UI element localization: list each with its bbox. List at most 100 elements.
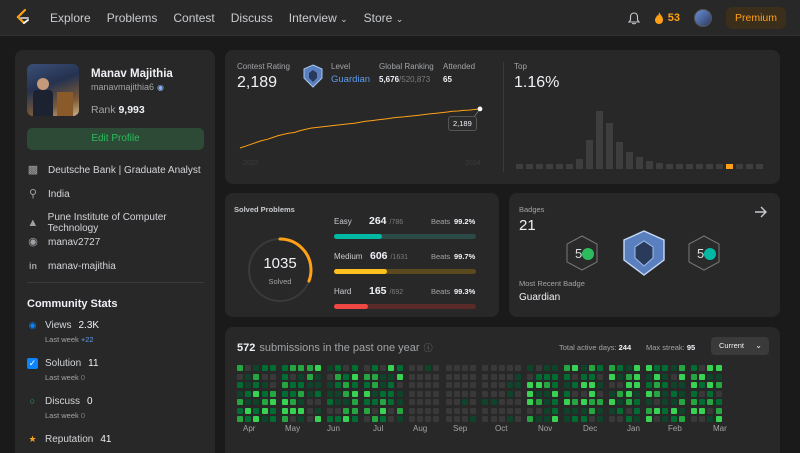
heatmap-cell[interactable] [633,416,640,422]
heatmap-cell[interactable] [269,416,276,422]
heatmap-cell[interactable] [646,390,652,397]
heatmap-cell[interactable] [425,373,432,380]
heatmap-cell[interactable] [625,416,632,422]
heatmap-cell[interactable] [327,382,333,388]
heatmap-cell[interactable] [691,407,697,414]
heatmap-cell[interactable] [306,365,313,371]
heatmap-cell[interactable] [245,407,252,414]
heatmap-cell[interactable] [564,407,571,414]
heatmap-cell[interactable] [543,399,550,405]
heatmap-cell[interactable] [707,365,714,371]
nav-interview[interactable]: Interview ⌄ [289,11,348,25]
heatmap-cell[interactable] [670,373,677,380]
heatmap-cell[interactable] [543,365,550,371]
heatmap-cell[interactable] [535,373,542,380]
heatmap-cell[interactable] [335,390,342,397]
heatmap-cell[interactable] [609,399,616,405]
heatmap-cell[interactable] [654,399,661,405]
heatmap-cell[interactable] [380,399,387,405]
heatmap-cell[interactable] [588,373,595,380]
heatmap-cell[interactable] [343,416,350,422]
heatmap-cell[interactable] [707,382,714,388]
heatmap-cell[interactable] [552,373,558,380]
year-dropdown[interactable]: Current ⌄ [711,337,769,355]
nav-problems[interactable]: Problems [107,11,158,25]
heatmap-cell[interactable] [425,399,432,405]
heatmap-cell[interactable] [462,407,468,414]
heatmap-cell[interactable] [691,382,697,388]
heatmap-cell[interactable] [327,373,333,380]
heatmap-cell[interactable] [372,399,378,405]
heatmap-cell[interactable] [372,373,378,380]
heatmap-cell[interactable] [335,365,342,371]
heatmap-cell[interactable] [327,365,333,371]
heatmap-cell[interactable] [351,382,358,388]
heatmap-cell[interactable] [453,382,460,388]
heatmap-cell[interactable] [453,416,460,422]
heatmap-cell[interactable] [552,399,558,405]
heatmap-cell[interactable] [515,382,522,388]
heatmap-cell[interactable] [597,373,603,380]
heatmap-cell[interactable] [408,399,415,405]
heatmap-cell[interactable] [237,390,243,397]
heatmap-cell[interactable] [572,416,579,422]
heatmap-cell[interactable] [707,416,714,422]
heatmap-cell[interactable] [380,365,387,371]
heatmap-cell[interactable] [625,407,632,414]
heatmap-cell[interactable] [408,373,415,380]
heatmap-cell[interactable] [572,407,579,414]
heatmap-cell[interactable] [453,373,460,380]
heatmap-cell[interactable] [654,390,661,397]
heatmap-cell[interactable] [535,365,542,371]
heatmap-cell[interactable] [261,416,268,422]
heatmap-cell[interactable] [417,390,423,397]
heatmap-cell[interactable] [453,407,460,414]
heatmap-cell[interactable] [588,382,595,388]
heatmap-cell[interactable] [625,365,632,371]
heatmap-cell[interactable] [482,382,489,388]
heatmap-cell[interactable] [515,399,522,405]
heatmap-cell[interactable] [715,416,722,422]
heatmap-cell[interactable] [433,382,440,388]
heatmap-cell[interactable] [552,416,558,422]
heatmap-cell[interactable] [245,390,252,397]
heatmap-cell[interactable] [507,382,513,388]
heatmap-cell[interactable] [597,382,603,388]
heatmap-cell[interactable] [388,382,395,388]
heatmap-cell[interactable] [646,407,652,414]
heatmap-cell[interactable] [691,390,697,397]
heatmap-cell[interactable] [314,399,321,405]
heatmap-cell[interactable] [535,399,542,405]
info-icon[interactable]: ⓘ [424,341,433,354]
heatmap-cell[interactable] [261,399,268,405]
heatmap-cell[interactable] [253,399,260,405]
heatmap-cell[interactable] [646,382,652,388]
heatmap-cell[interactable] [408,390,415,397]
heatmap-cell[interactable] [290,416,297,422]
heatmap-cell[interactable] [462,399,468,405]
heatmap-cell[interactable] [490,373,497,380]
heatmap-cell[interactable] [564,365,571,371]
heatmap-cell[interactable] [408,382,415,388]
heatmap-cell[interactable] [433,416,440,422]
heatmap-cell[interactable] [646,399,652,405]
heatmap-cell[interactable] [617,373,624,380]
heatmap-cell[interactable] [388,416,395,422]
heatmap-cell[interactable] [433,365,440,371]
heatmap-cell[interactable] [699,365,706,371]
heatmap-cell[interactable] [678,390,685,397]
heatmap-cell[interactable] [662,407,669,414]
heatmap-cell[interactable] [507,399,513,405]
heatmap-cell[interactable] [453,399,460,405]
heatmap-cell[interactable] [707,390,714,397]
heatmap-cell[interactable] [699,399,706,405]
heatmap-cell[interactable] [543,390,550,397]
heatmap-cell[interactable] [507,416,513,422]
heatmap-cell[interactable] [269,399,276,405]
heatmap-cell[interactable] [498,390,505,397]
heatmap-cell[interactable] [498,373,505,380]
submission-heatmap[interactable] [237,365,772,425]
heatmap-cell[interactable] [490,382,497,388]
heatmap-cell[interactable] [498,416,505,422]
badge-50-days-2-icon[interactable]: 5 [687,235,721,271]
